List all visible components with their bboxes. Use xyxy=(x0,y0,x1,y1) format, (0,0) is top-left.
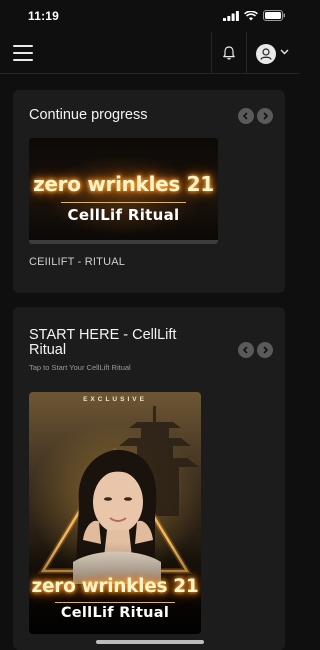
chevron-left-icon[interactable] xyxy=(238,342,254,358)
poster-divider xyxy=(55,602,175,603)
wifi-icon xyxy=(244,10,258,20)
ritual-banner-thumbnail[interactable]: zero wrinkles 21 CellLif Ritual xyxy=(29,138,218,242)
chevron-right-icon[interactable] xyxy=(257,342,273,358)
progress-bar xyxy=(29,240,218,244)
banner-subheadline: CellLif Ritual xyxy=(67,206,180,224)
ritual-program-poster[interactable]: EXCLUSIVE zero wrinkles 21 CellLif Ritua… xyxy=(29,392,201,634)
continue-progress-title: Continue progress xyxy=(29,107,148,123)
bell-icon[interactable] xyxy=(220,44,238,62)
poster-subheadline: CellLif Ritual xyxy=(60,605,170,621)
banner-divider xyxy=(61,202,186,203)
chevron-left-icon[interactable] xyxy=(238,108,254,124)
start-here-card: START HERE - CellLift Ritual Tap to Star… xyxy=(13,307,285,650)
chevron-right-icon[interactable] xyxy=(257,108,273,124)
hamburger-menu-icon[interactable] xyxy=(13,45,33,61)
home-indicator xyxy=(96,640,204,644)
banner-headline: zero wrinkles 21 xyxy=(33,172,214,196)
user-avatar-icon[interactable] xyxy=(256,44,276,64)
header-divider xyxy=(246,32,247,74)
start-here-subtitle: Tap to Start Your CellLift Ritual xyxy=(29,363,131,372)
carousel-nav xyxy=(238,342,273,358)
status-bar: 11:19 xyxy=(0,0,300,32)
status-time: 11:19 xyxy=(28,9,60,23)
signal-icon xyxy=(223,10,239,21)
start-here-title-line2: Ritual xyxy=(29,342,67,358)
carousel-nav xyxy=(238,108,273,124)
exclusive-badge: EXCLUSIVE xyxy=(83,396,147,403)
continue-progress-card: Continue progress zero wrinkles 21 CellL… xyxy=(13,90,285,293)
item-caption[interactable]: CEIILIFT - RITUAL xyxy=(29,256,125,268)
header-divider xyxy=(211,32,212,74)
battery-icon xyxy=(263,10,285,21)
poster-headline: zero wrinkles 21 xyxy=(31,576,199,597)
app-header xyxy=(0,32,300,74)
status-icons xyxy=(223,10,286,21)
chevron-down-icon[interactable] xyxy=(280,49,289,55)
